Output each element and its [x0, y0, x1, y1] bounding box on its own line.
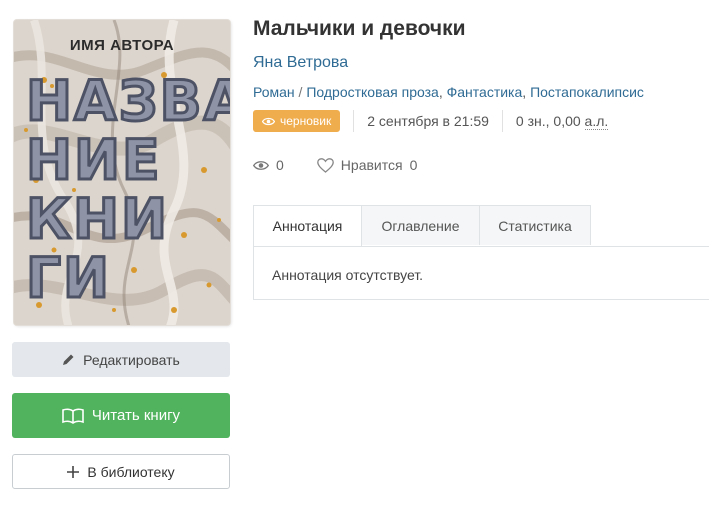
read-book-label: Читать книгу	[91, 407, 181, 424]
genre-link[interactable]: Подростковая проза	[306, 84, 439, 100]
add-to-library-button[interactable]: В библиотеку	[12, 454, 230, 489]
read-book-button[interactable]: Читать книгу	[12, 393, 230, 438]
tab-statistics[interactable]: Статистика	[479, 205, 591, 245]
add-to-library-label: В библиотеку	[87, 463, 175, 480]
likes-count: 0	[409, 157, 418, 173]
book-size: 0 зн., 0,00	[515, 113, 581, 129]
annotation-text: Аннотация отсутствует.	[272, 267, 424, 283]
genres-line: Роман / Подростковая проза, Фантастика, …	[253, 84, 644, 100]
plus-icon	[67, 465, 80, 478]
pencil-icon	[62, 353, 75, 366]
book-cover[interactable]: ИМЯ АВТОРА НАЗВА НИЕ КНИ ГИ	[14, 20, 230, 325]
cover-title-line: НАЗВА	[25, 69, 231, 133]
views-counter: 0	[253, 157, 284, 173]
cover-title-line: НИЕ	[25, 128, 162, 192]
book-stats: 0 Нравится 0	[253, 157, 417, 173]
cover-author: ИМЯ АВТОРА	[69, 37, 175, 54]
eye-icon	[262, 117, 275, 125]
cover-title: НАЗВА НИЕ КНИ ГИ	[25, 69, 231, 310]
genre-link-main[interactable]: Роман	[253, 84, 295, 100]
eye-icon	[253, 160, 269, 170]
author-link[interactable]: Яна Ветрова	[253, 54, 348, 72]
publish-date: 2 сентября в 21:59	[367, 113, 489, 129]
heart-icon	[316, 157, 334, 173]
cover-title-line: КНИ	[25, 187, 170, 251]
book-tabs: Аннотация Оглавление Статистика	[253, 205, 709, 247]
edit-button-label: Редактировать	[83, 351, 180, 368]
size-unit[interactable]: а.л.	[584, 113, 609, 130]
status-badge: черновик	[253, 110, 341, 132]
genre-link[interactable]: Фантастика	[447, 84, 523, 100]
tab-annotation[interactable]: Аннотация	[253, 205, 362, 246]
cover-title-line: ГИ	[25, 246, 112, 310]
edit-button[interactable]: Редактировать	[12, 342, 230, 377]
like-button[interactable]: Нравится 0	[316, 157, 418, 173]
divider	[353, 110, 355, 132]
genre-link[interactable]: Постапокалипсис	[530, 84, 644, 100]
status-label: черновик	[280, 114, 332, 128]
book-meta: черновик 2 сентября в 21:59 0 зн., 0,00 …	[253, 109, 609, 133]
views-count: 0	[276, 157, 284, 173]
divider	[501, 110, 503, 132]
like-label: Нравится	[340, 157, 403, 173]
book-open-icon	[62, 408, 84, 424]
tab-contents[interactable]: Оглавление	[361, 205, 480, 245]
book-title: Мальчики и девочки	[253, 17, 466, 40]
tab-panel: Аннотация отсутствует.	[253, 246, 709, 300]
